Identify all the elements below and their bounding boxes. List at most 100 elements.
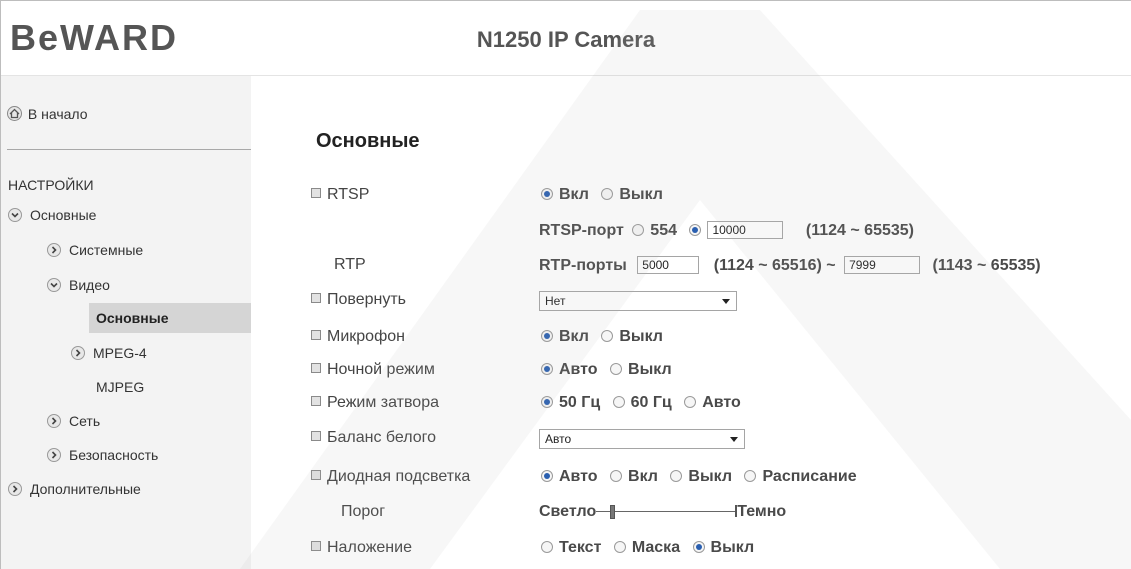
sidebar-divider [7, 149, 251, 150]
rtsp-port-row: RTSP-порт 554 10000 (1124 ~ 65535) [539, 221, 914, 240]
led-schedule-label: Расписание [762, 468, 857, 485]
sidebar-item-label: Основные [96, 310, 169, 326]
bullet-square-icon [311, 396, 321, 406]
rtsp-off-radio[interactable] [601, 188, 614, 200]
threshold-dark-label: Темно [737, 503, 787, 520]
chevron-right-icon [47, 414, 61, 428]
rtp-ports-row: RTP-порты 5000 (1124 ~ 65516) ~ 7999 (11… [539, 256, 1041, 275]
shutter-auto-radio[interactable] [684, 396, 697, 408]
rtsp-on-radio[interactable] [541, 188, 553, 200]
rtp-port-to-input[interactable]: 7999 [844, 256, 921, 274]
night-mode-label-text: Ночной режим [327, 361, 435, 378]
rtsp-port-range: (1124 ~ 65535) [805, 222, 914, 239]
sidebar-item-label: MJPEG [96, 379, 145, 395]
overlay-mask-radio[interactable] [613, 541, 626, 553]
sidebar-item-video[interactable]: Видео [47, 277, 110, 293]
slider-track-line [596, 511, 738, 512]
led-on-radio[interactable] [610, 470, 623, 482]
mic-off-radio[interactable] [601, 330, 614, 342]
rtp-ports-label: RTP-порты [539, 257, 627, 274]
led-off-radio[interactable] [670, 470, 683, 482]
chevron-down-icon [47, 278, 61, 292]
night-mode-toggle: Авто Выкл [539, 361, 678, 379]
overlay-off-label: Выкл [710, 539, 755, 556]
mic-off-label: Выкл [619, 328, 663, 345]
led-auto-radio[interactable] [541, 470, 553, 482]
bullet-square-icon [311, 431, 321, 441]
overlay-toggle: Текст Маска Выкл [539, 539, 760, 557]
ir-led-label-text: Диодная подсветка [327, 468, 471, 485]
sidebar-item-mjpeg[interactable]: MJPEG [96, 379, 144, 395]
rtsp-port-default-radio[interactable] [632, 224, 645, 236]
rtsp-label-text: RTSP [327, 186, 370, 203]
bullet-square-icon [311, 293, 321, 303]
ir-led-label: Диодная подсветка [311, 468, 470, 486]
shutter-50-radio[interactable] [541, 396, 553, 408]
home-icon [7, 106, 22, 121]
threshold-row: Светло Темно [539, 503, 786, 521]
home-label: В начало [27, 106, 88, 122]
night-off-label: Выкл [628, 361, 672, 378]
shutter-auto-label: Авто [702, 394, 741, 411]
white-balance-select[interactable]: Авто [539, 429, 745, 449]
white-balance-row: Авто [539, 429, 745, 449]
header: BeWARD N1250 IP Camera [1, 1, 1131, 76]
rtp-port-to-range: (1143 ~ 65535) [932, 257, 1041, 274]
chevron-right-icon [8, 482, 22, 496]
rtsp-on-label: Вкл [559, 186, 589, 203]
rtsp-port-custom-radio[interactable] [689, 224, 702, 236]
threshold-light-label: Светло [539, 503, 597, 520]
sidebar-item-label: Основные [30, 207, 97, 223]
chevron-right-icon [47, 448, 61, 462]
shutter-50-label: 50 Гц [559, 394, 601, 411]
slider-end-marker [735, 505, 738, 517]
rtp-label: RTP [334, 256, 366, 273]
sidebar-item-label: Безопасность [69, 447, 159, 463]
mic-on-radio[interactable] [541, 330, 553, 342]
rtp-port-from-input[interactable]: 5000 [637, 256, 700, 274]
sidebar-item-label: Системные [69, 242, 144, 258]
led-schedule-radio[interactable] [744, 470, 757, 482]
rtsp-port-input[interactable]: 10000 [707, 221, 784, 239]
threshold-label: Порог [341, 503, 386, 520]
led-on-label: Вкл [628, 468, 658, 485]
rotate-select[interactable]: Нет [539, 291, 737, 311]
section-title: Основные [316, 130, 420, 152]
overlay-off-radio[interactable] [692, 541, 705, 553]
night-auto-radio[interactable] [541, 363, 553, 375]
sidebar-item-mpeg4[interactable]: MPEG-4 [71, 345, 147, 361]
sidebar-item-network[interactable]: Сеть [47, 413, 100, 429]
sidebar-item-label: Дополнительные [30, 481, 141, 497]
sidebar-item-video-basic[interactable]: Основные [89, 303, 251, 333]
rtsp-port-label: RTSP-порт [539, 222, 624, 239]
sidebar-item-security[interactable]: Безопасность [47, 447, 158, 463]
sidebar-item-advanced[interactable]: Дополнительные [8, 481, 141, 497]
sidebar-item-label: MPEG-4 [93, 345, 147, 361]
rtp-port-from-range: (1124 ~ 65516) ~ [713, 257, 836, 274]
chevron-right-icon [47, 243, 61, 257]
threshold-slider[interactable] [596, 505, 738, 519]
rtsp-toggle: Вкл Выкл [539, 186, 669, 204]
rtsp-label: RTSP [311, 186, 369, 204]
chevron-right-icon [71, 346, 85, 360]
overlay-mask-label: Маска [631, 539, 681, 556]
slider-thumb[interactable] [610, 505, 616, 519]
sidebar: В начало НАСТРОЙКИ Основные Системные Ви… [1, 76, 251, 569]
overlay-text-radio[interactable] [541, 541, 553, 553]
overlay-label: Наложение [311, 539, 412, 557]
settings-form: Основные RTSP Вкл Выкл RTSP-порт 554 100… [251, 76, 1131, 569]
sidebar-item-system[interactable]: Системные [47, 242, 143, 258]
home-link[interactable]: В начало [7, 106, 88, 122]
sidebar-item-basic[interactable]: Основные [8, 207, 96, 223]
rtsp-port-default-label: 554 [650, 222, 677, 239]
shutter-label-text: Режим затвора [327, 394, 439, 411]
shutter-toggle: 50 Гц 60 Гц Авто [539, 394, 747, 412]
night-off-radio[interactable] [610, 363, 623, 375]
mic-label: Микрофон [311, 328, 405, 346]
mic-label-text: Микрофон [327, 328, 405, 345]
bullet-square-icon [311, 541, 321, 551]
led-auto-label: Авто [559, 468, 598, 485]
shutter-60-radio[interactable] [612, 396, 625, 408]
overlay-label-text: Наложение [327, 539, 412, 556]
rotate-row: Нет [539, 291, 737, 311]
